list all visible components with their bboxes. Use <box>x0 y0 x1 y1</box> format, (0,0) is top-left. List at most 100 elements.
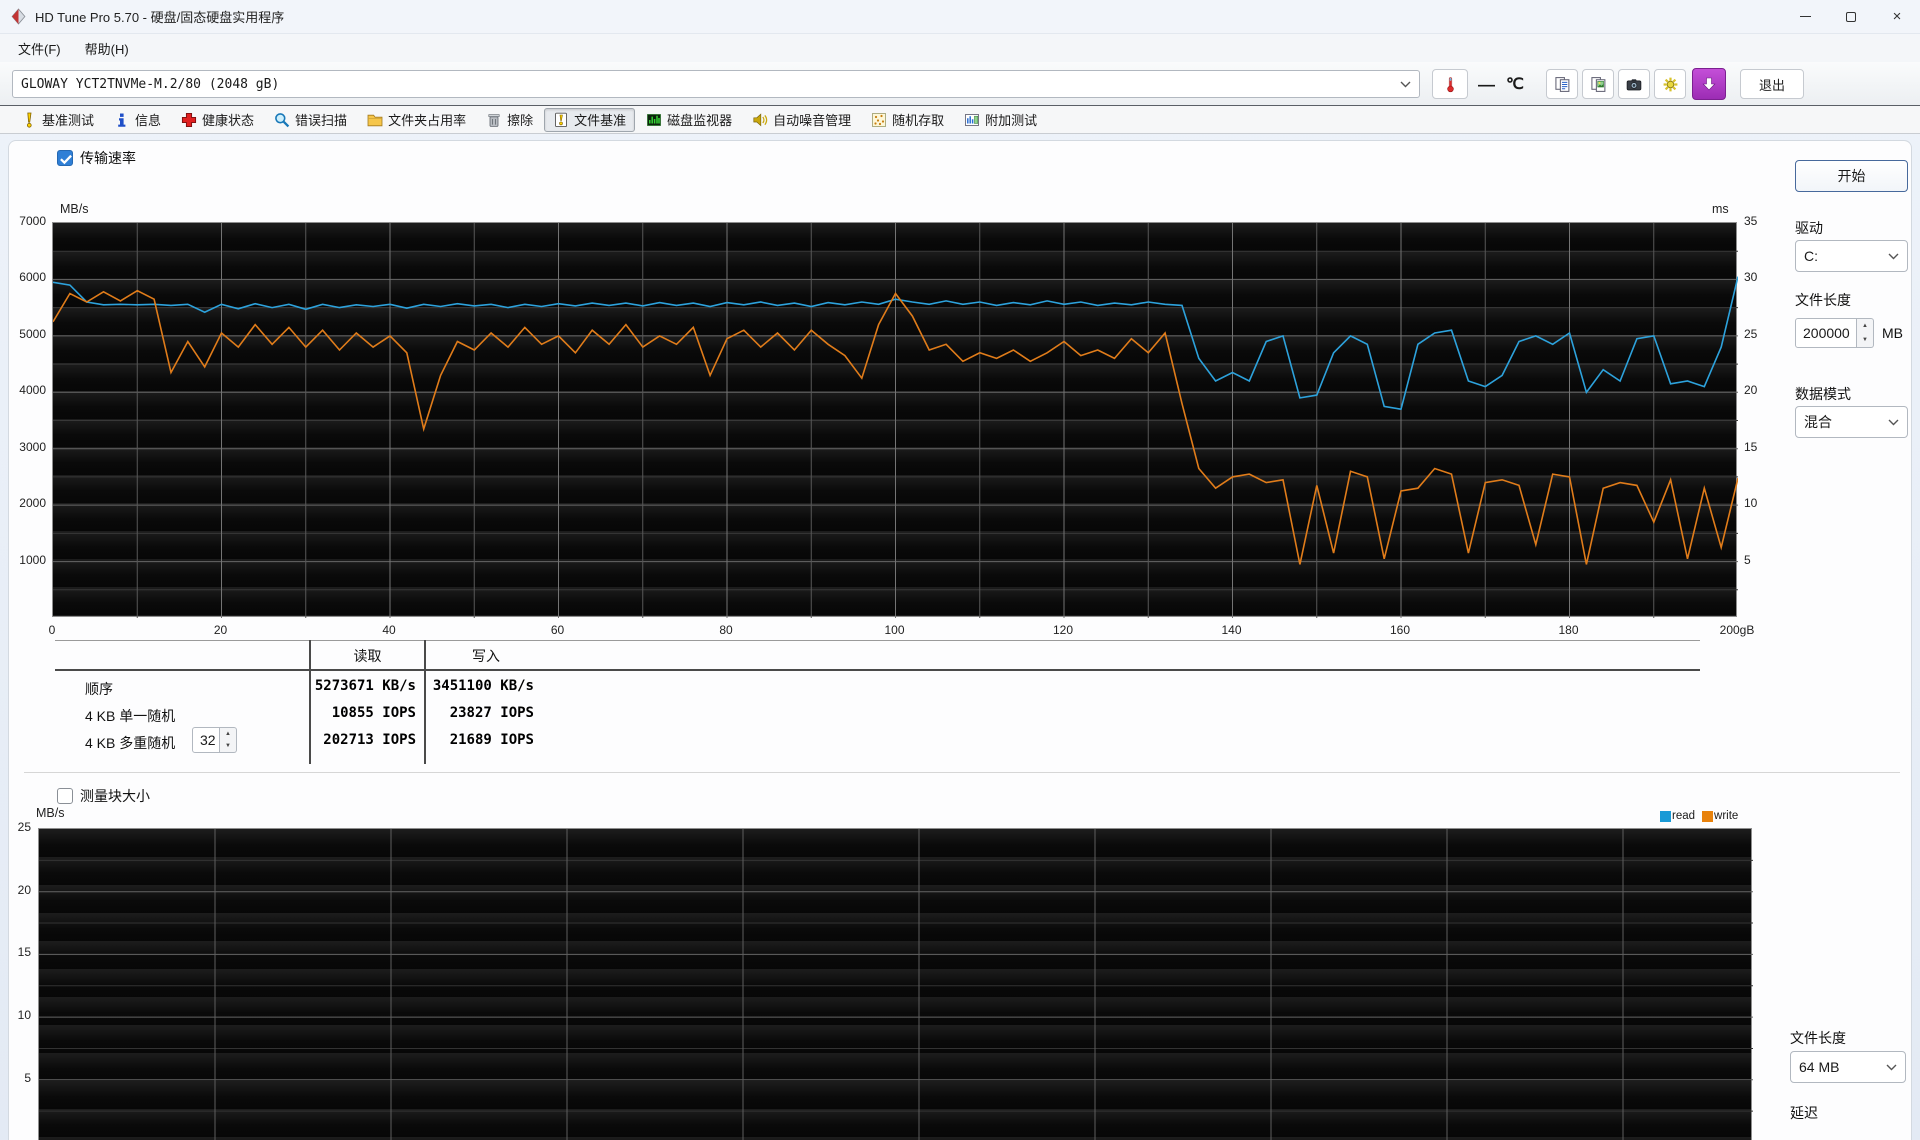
exit-button[interactable]: 退出 <box>1740 69 1804 99</box>
close-button[interactable]: × <box>1874 0 1920 33</box>
axis-tick-label: 1000 <box>19 552 46 567</box>
aam-icon <box>753 112 768 126</box>
download-arrow-icon <box>1702 77 1716 91</box>
menu-file[interactable]: 文件(F) <box>6 35 73 62</box>
drive-letter-select[interactable]: C: <box>1795 240 1908 272</box>
file-length-value[interactable]: 200000 <box>1795 318 1857 348</box>
tab-random-access[interactable]: 随机存取 <box>862 108 953 132</box>
file-length-unit: MB <box>1882 325 1903 341</box>
spin-down-icon[interactable]: ▼ <box>220 740 236 752</box>
tab-erase[interactable]: 擦除 <box>477 108 542 132</box>
close-icon: × <box>1892 8 1902 25</box>
tab-label: 附加测试 <box>985 113 1038 128</box>
file-length-spin-arrows[interactable]: ▲ ▼ <box>1857 318 1874 348</box>
spin-up-icon[interactable]: ▲ <box>220 728 236 740</box>
axis-tick-label: 140 <box>1221 623 1242 637</box>
maximize-button[interactable] <box>1828 0 1874 33</box>
tab-label: 磁盘监视器 <box>667 113 733 128</box>
minimize-icon <box>1799 16 1811 17</box>
title-bar: HD Tune Pro 5.70 - 硬盘/固态硬盘实用程序 × <box>0 0 1920 34</box>
axis-tick-label: 100 <box>884 623 905 637</box>
tab-label: 健康状态 <box>202 113 255 128</box>
data-mode-label: 数据模式 <box>1795 386 1851 402</box>
data-mode-value: 混合 <box>1804 414 1832 430</box>
tab-disk-monitor[interactable]: 磁盘监视器 <box>637 108 741 132</box>
start-button[interactable]: 开始 <box>1795 160 1908 192</box>
queue-depth-spin-arrows[interactable]: ▲ ▼ <box>220 727 237 753</box>
tab-aam[interactable]: 自动噪音管理 <box>743 108 860 132</box>
tab-label: 基准测试 <box>42 113 95 128</box>
block-size-plot <box>39 829 1753 1140</box>
block-size-chart <box>38 828 1753 1140</box>
tab-label: 信息 <box>135 113 162 128</box>
app-logo-icon <box>11 8 26 25</box>
tab-info[interactable]: 信息 <box>105 108 170 132</box>
axis-tick-label: 30 <box>1744 270 1758 285</box>
axis-tick-label: 10 <box>1744 496 1758 511</box>
tab-label: 自动噪音管理 <box>773 113 852 128</box>
results-col-read: 读取 <box>353 648 382 664</box>
latency-label: 延迟 <box>1790 1105 1818 1121</box>
axis-tick-label: 15 <box>1744 439 1758 454</box>
menu-help[interactable]: 帮助(H) <box>73 35 141 62</box>
file-length2-select[interactable]: 64 MB <box>1790 1051 1906 1083</box>
results-row-4k-single-label: 4 KB 单一随机 <box>85 708 176 724</box>
temperature-button[interactable] <box>1432 69 1468 99</box>
minimize-button[interactable] <box>1782 0 1828 33</box>
transfer-rate-plot <box>53 223 1738 618</box>
tab-label: 文件夹占用率 <box>388 113 467 128</box>
axis-tick-label: 35 <box>1744 214 1758 228</box>
chart1-left-unit: MB/s <box>60 202 89 216</box>
copy-image-button[interactable] <box>1582 69 1614 99</box>
options-icon <box>1663 77 1677 91</box>
file-length2-value: 64 MB <box>1799 1059 1840 1075</box>
tab-error-scan[interactable]: 错误扫描 <box>265 108 356 132</box>
axis-tick-label: 6000 <box>19 270 46 285</box>
copy-image-icon <box>1590 76 1605 92</box>
erase-icon <box>488 113 500 127</box>
spin-down-icon[interactable]: ▼ <box>1857 333 1873 347</box>
file-length2-label: 文件长度 <box>1790 1030 1846 1046</box>
tab-file-benchmark[interactable]: 文件基准 <box>544 107 636 132</box>
block-size-checkbox[interactable] <box>57 788 73 804</box>
transfer-rate-checkbox[interactable] <box>57 150 73 166</box>
tab-label: 错误扫描 <box>295 113 348 128</box>
disk-monitor-icon <box>647 113 662 126</box>
file-length-spinner[interactable]: 200000 ▲ ▼ <box>1795 318 1874 348</box>
results-col-write: 写入 <box>472 648 500 664</box>
read-swatch-icon <box>1660 810 1671 822</box>
copy-text-button[interactable] <box>1546 69 1578 99</box>
legend-read-label: read <box>1672 810 1696 822</box>
queue-depth-value[interactable]: 32 <box>192 727 220 753</box>
queue-depth-spinner[interactable]: 32 ▲ ▼ <box>192 727 237 753</box>
tab-folder-usage[interactable]: 文件夹占用率 <box>358 108 475 132</box>
spin-up-icon[interactable]: ▲ <box>1857 319 1873 333</box>
chevron-down-icon <box>1888 253 1899 259</box>
data-mode-select[interactable]: 混合 <box>1795 406 1908 438</box>
tab-extra-tests[interactable]: 附加测试 <box>955 108 1046 132</box>
start-button-label: 开始 <box>1837 168 1866 184</box>
results-4k-single-write: 23827 IOPS <box>449 705 534 721</box>
tab-benchmark[interactable]: 基准测试 <box>12 108 103 132</box>
axis-tick-label: 5 <box>1744 552 1751 567</box>
axis-tick-label: 40 <box>382 623 396 637</box>
save-results-button[interactable] <box>1692 68 1726 100</box>
random-access-icon <box>872 112 887 127</box>
chart1-right-unit: ms <box>1712 202 1729 216</box>
exit-button-label: 退出 <box>1758 77 1785 93</box>
axis-tick-label: 80 <box>719 623 733 637</box>
tab-label: 擦除 <box>507 113 534 128</box>
screenshot-button[interactable] <box>1618 69 1650 99</box>
axis-tick-label: 20 <box>17 882 31 897</box>
legend-read: read <box>1660 810 1695 822</box>
block-size-label: 测量块大小 <box>80 788 150 804</box>
axis-tick-label: 5 <box>24 1070 31 1085</box>
chart2-legend: read write <box>1660 810 1738 822</box>
results-table-top-rule <box>55 640 1700 641</box>
tab-health[interactable]: 健康状态 <box>172 108 263 132</box>
options-button[interactable] <box>1654 69 1686 99</box>
error-scan-icon <box>275 112 290 127</box>
file-length-label: 文件长度 <box>1795 292 1851 308</box>
drive-select[interactable]: GLOWAY YCT2TNVMe-M.2/80 (2048 gB) <box>12 70 1420 98</box>
axis-tick-label: 2000 <box>19 496 46 511</box>
